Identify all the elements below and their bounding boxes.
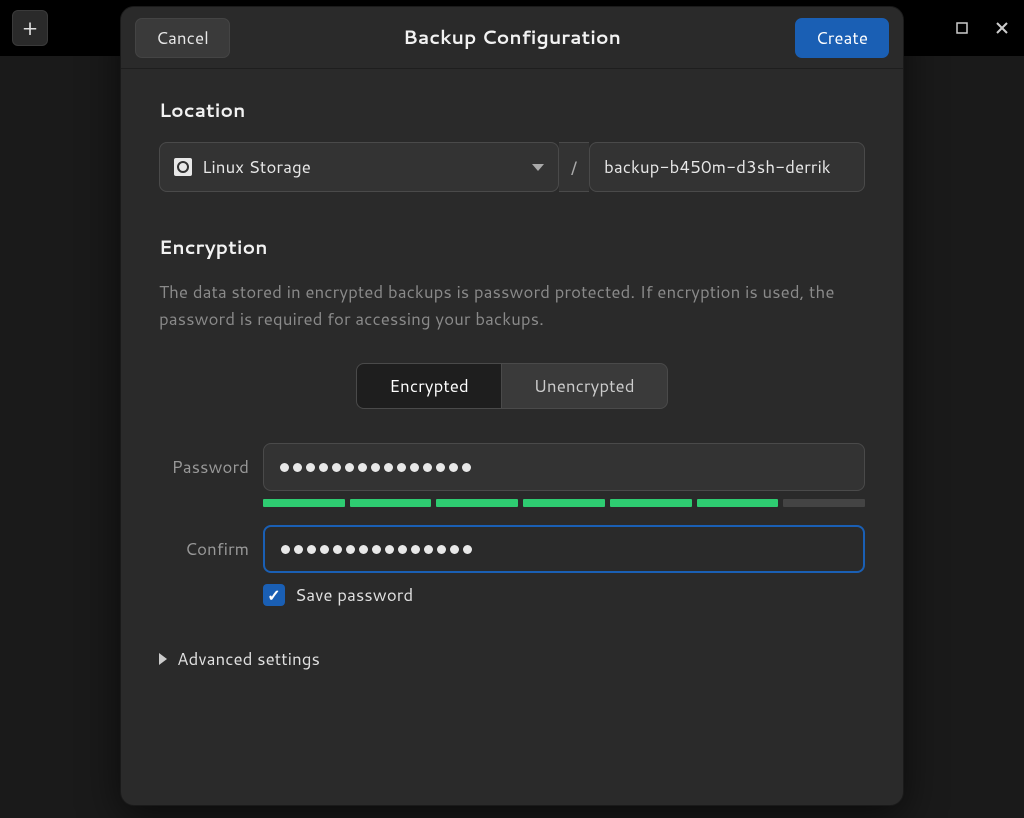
confirm-password-input[interactable] [263, 525, 865, 573]
strength-segment [436, 499, 518, 507]
password-dot [450, 545, 459, 554]
password-dot [410, 463, 419, 472]
save-password-checkbox[interactable]: ✓ [263, 584, 285, 606]
strength-segment [783, 499, 865, 507]
drive-icon [174, 158, 192, 176]
password-dot [320, 545, 329, 554]
new-button[interactable]: + [12, 10, 48, 46]
password-dot [372, 545, 381, 554]
password-dot [281, 545, 290, 554]
password-dot [332, 463, 341, 472]
password-dot [346, 545, 355, 554]
dialog-title: Backup Configuration [403, 24, 621, 51]
unencrypted-option[interactable]: Unencrypted [502, 363, 668, 409]
password-dot [333, 545, 342, 554]
password-strength-meter [263, 499, 865, 507]
confirm-label: Confirm [159, 537, 263, 561]
password-dot [371, 463, 380, 472]
strength-segment [697, 499, 779, 507]
close-icon [995, 21, 1009, 35]
maximize-icon [956, 22, 968, 34]
password-dot [358, 463, 367, 472]
strength-segment [523, 499, 605, 507]
password-dot [345, 463, 354, 472]
chevron-down-icon [532, 164, 544, 171]
password-dot [306, 463, 315, 472]
cancel-button[interactable]: Cancel [135, 18, 230, 58]
password-dot [319, 463, 328, 472]
password-dot [462, 463, 471, 472]
password-dot [424, 545, 433, 554]
close-button[interactable] [992, 18, 1012, 38]
password-label: Password [159, 455, 263, 479]
password-dot [423, 463, 432, 472]
password-dot [293, 463, 302, 472]
storage-dropdown-value: Linux Storage [202, 155, 311, 179]
password-dot [398, 545, 407, 554]
password-dot [384, 463, 393, 472]
encryption-description: The data stored in encrypted backups is … [159, 279, 865, 333]
strength-segment [263, 499, 345, 507]
create-button[interactable]: Create [795, 18, 889, 58]
location-heading: Location [159, 97, 865, 124]
strength-segment [610, 499, 692, 507]
password-dot [463, 545, 472, 554]
path-separator: / [559, 142, 589, 192]
encryption-toggle: Encrypted Unencrypted [159, 363, 865, 409]
maximize-button[interactable] [952, 18, 972, 38]
password-dot [449, 463, 458, 472]
dialog-header: Cancel Backup Configuration Create [121, 7, 903, 69]
password-input[interactable] [263, 443, 865, 491]
backup-config-dialog: Cancel Backup Configuration Create Locat… [120, 6, 904, 806]
checkmark-icon: ✓ [267, 584, 280, 607]
password-dot [294, 545, 303, 554]
advanced-settings-label: Advanced settings [177, 647, 320, 671]
password-dot [280, 463, 289, 472]
chevron-right-icon [159, 653, 167, 665]
encryption-heading: Encryption [159, 234, 865, 261]
password-dot [397, 463, 406, 472]
password-dot [437, 545, 446, 554]
plus-icon: + [22, 13, 37, 44]
backup-path-input[interactable]: backup-b450m-d3sh-derrik [589, 142, 865, 192]
storage-dropdown[interactable]: Linux Storage [159, 142, 559, 192]
password-dot [307, 545, 316, 554]
password-dot [411, 545, 420, 554]
save-password-label: Save password [295, 583, 413, 607]
encrypted-option[interactable]: Encrypted [356, 363, 501, 409]
password-dot [385, 545, 394, 554]
strength-segment [350, 499, 432, 507]
password-dot [436, 463, 445, 472]
advanced-settings-toggle[interactable]: Advanced settings [159, 647, 865, 671]
password-dot [359, 545, 368, 554]
